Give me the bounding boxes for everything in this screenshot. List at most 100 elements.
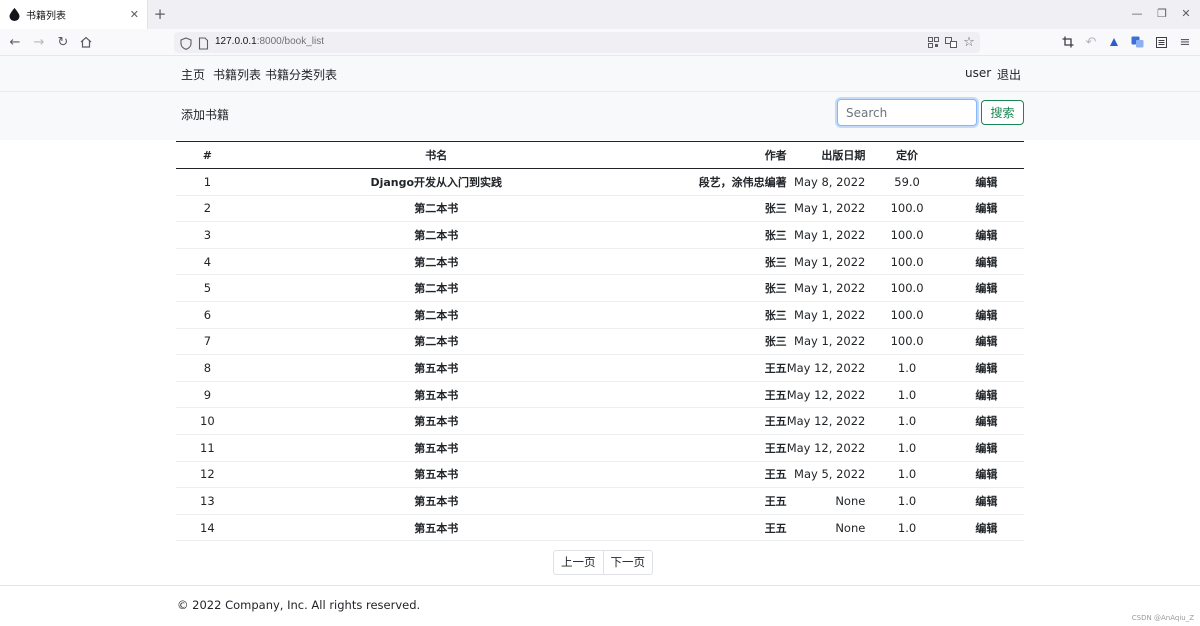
edit-link[interactable]: 编辑 xyxy=(948,274,1024,302)
reload-icon[interactable]: ↻ xyxy=(54,33,72,51)
edit-link[interactable]: 编辑 xyxy=(948,461,1024,489)
cell-price: 100.0 xyxy=(865,301,949,329)
cell-price: 1.0 xyxy=(865,354,949,382)
forward-icon[interactable]: → xyxy=(30,33,48,51)
table-row: 9 第五本书 王五 May 12, 2022 1.0 编辑 xyxy=(176,381,1024,409)
table-body: 1 Django开发从入门到实践 段艺，涂伟忠编著 May 8, 2022 59.0 编辑… xyxy=(176,168,1024,542)
next-page-button[interactable]: 下一页 xyxy=(602,551,653,574)
menu-icon[interactable]: ≡ xyxy=(1176,33,1194,51)
cell-author: 张三 xyxy=(633,221,787,249)
edit-link[interactable]: 编辑 xyxy=(948,407,1024,435)
cell-title: Django开发从入门到实践 xyxy=(238,168,634,196)
cell-title: 第二本书 xyxy=(238,274,634,302)
cell-date: May 1, 2022 xyxy=(786,248,866,276)
cell-date: May 12, 2022 xyxy=(786,381,866,409)
edit-link[interactable]: 编辑 xyxy=(948,301,1024,329)
edit-link[interactable]: 编辑 xyxy=(948,514,1024,542)
nav-book-list-link[interactable]: 书籍列表 xyxy=(213,66,261,83)
cell-author: 张三 xyxy=(633,248,787,276)
tab-title: 书籍列表 xyxy=(26,11,66,22)
extension-icon[interactable] xyxy=(1105,33,1123,51)
search-input[interactable] xyxy=(837,99,977,126)
page-info-icon[interactable] xyxy=(198,35,212,50)
edit-link[interactable]: 编辑 xyxy=(948,354,1024,382)
edit-link[interactable]: 编辑 xyxy=(948,221,1024,249)
cell-date: May 12, 2022 xyxy=(786,407,866,435)
cell-index: 10 xyxy=(176,407,239,435)
cell-index: 1 xyxy=(176,168,239,196)
cell-index: 12 xyxy=(176,461,239,489)
cell-index: 2 xyxy=(176,195,239,223)
cell-author: 王五 xyxy=(633,381,787,409)
table-row: 3 第二本书 张三 May 1, 2022 100.0 编辑 xyxy=(176,221,1024,249)
cell-price: 1.0 xyxy=(865,381,949,409)
cell-title: 第五本书 xyxy=(238,407,634,435)
close-tab-icon[interactable]: ✕ xyxy=(130,8,139,21)
watermark: CSDN @AnAqiu_Z xyxy=(1131,614,1194,622)
nav-home-link[interactable]: 主页 xyxy=(181,66,205,83)
edit-link[interactable]: 编辑 xyxy=(948,434,1024,462)
translate-extension-icon[interactable] xyxy=(1128,33,1146,51)
screenshot-icon[interactable] xyxy=(1059,33,1077,51)
nav-category-list-link[interactable]: 书籍分类列表 xyxy=(265,66,337,83)
header-actions xyxy=(948,141,1024,169)
cell-index: 8 xyxy=(176,354,239,382)
shield-icon[interactable] xyxy=(180,35,194,50)
cell-author: 王五 xyxy=(633,461,787,489)
cell-author: 王五 xyxy=(633,354,787,382)
cell-date: May 1, 2022 xyxy=(786,301,866,329)
search-button[interactable]: 搜索 xyxy=(981,100,1024,125)
cell-author: 王五 xyxy=(633,407,787,435)
cell-date: May 12, 2022 xyxy=(786,354,866,382)
cell-price: 59.0 xyxy=(865,168,949,196)
table-row: 6 第二本书 张三 May 1, 2022 100.0 编辑 xyxy=(176,301,1024,329)
url-bar[interactable]: 127.0.0.1:8000/book_list ☆ xyxy=(174,32,980,53)
site-navbar: 主页 书籍列表 书籍分类列表 user 退出 xyxy=(0,56,1200,92)
cell-price: 1.0 xyxy=(865,407,949,435)
footer-divider xyxy=(0,585,1200,586)
cell-price: 100.0 xyxy=(865,221,949,249)
table-row: 10 第五本书 王五 May 12, 2022 1.0 编辑 xyxy=(176,407,1024,435)
nav-user-link[interactable]: user xyxy=(965,66,991,80)
table-row: 5 第二本书 张三 May 1, 2022 100.0 编辑 xyxy=(176,274,1024,302)
restore-icon[interactable]: ❐ xyxy=(1155,5,1169,23)
edit-link[interactable]: 编辑 xyxy=(948,195,1024,223)
cell-date: None xyxy=(786,487,866,515)
close-window-icon[interactable]: ✕ xyxy=(1179,5,1193,23)
cell-date: May 1, 2022 xyxy=(786,274,866,302)
edit-link[interactable]: 编辑 xyxy=(948,248,1024,276)
table-row: 8 第五本书 王五 May 12, 2022 1.0 编辑 xyxy=(176,354,1024,382)
edit-link[interactable]: 编辑 xyxy=(948,168,1024,196)
add-book-link[interactable]: 添加书籍 xyxy=(181,106,229,123)
edit-link[interactable]: 编辑 xyxy=(948,328,1024,356)
prev-page-button[interactable]: 上一页 xyxy=(554,551,603,574)
cell-title: 第二本书 xyxy=(238,195,634,223)
cell-price: 100.0 xyxy=(865,248,949,276)
header-index: # xyxy=(176,141,239,169)
cell-index: 4 xyxy=(176,248,239,276)
new-tab-icon[interactable]: + xyxy=(152,5,168,23)
cell-title: 第五本书 xyxy=(238,461,634,489)
bookmark-star-icon[interactable]: ☆ xyxy=(962,35,976,50)
url-text[interactable]: 127.0.0.1:8000/book_list xyxy=(215,36,324,47)
table-row: 7 第二本书 张三 May 1, 2022 100.0 编辑 xyxy=(176,328,1024,356)
cell-author: 张三 xyxy=(633,195,787,223)
edit-link[interactable]: 编辑 xyxy=(948,487,1024,515)
browser-tab-bar: 书籍列表 ✕ + — ❐ ✕ xyxy=(0,0,1200,29)
minimize-icon[interactable]: — xyxy=(1130,5,1144,23)
table-row: 13 第五本书 王五 None 1.0 编辑 xyxy=(176,487,1024,515)
home-icon[interactable] xyxy=(77,33,95,51)
qr-code-icon[interactable] xyxy=(926,35,940,49)
nav-logout-link[interactable]: 退出 xyxy=(997,66,1021,83)
edit-link[interactable]: 编辑 xyxy=(948,381,1024,409)
translate-icon[interactable] xyxy=(944,35,958,49)
back-icon[interactable]: ← xyxy=(6,33,24,51)
browser-tab[interactable]: 书籍列表 ✕ xyxy=(0,0,148,29)
undo-icon[interactable]: ↶ xyxy=(1082,33,1100,51)
cell-author: 段艺，涂伟忠编著 xyxy=(633,168,787,196)
cell-author: 张三 xyxy=(633,301,787,329)
cell-price: 100.0 xyxy=(865,274,949,302)
book-table: # 书名 作者 出版日期 定价 1 Django开发从入门到实践 段艺，涂伟忠编著 M… xyxy=(176,141,1024,542)
reader-list-icon[interactable] xyxy=(1152,33,1170,51)
table-row: 14 第五本书 王五 None 1.0 编辑 xyxy=(176,514,1024,542)
